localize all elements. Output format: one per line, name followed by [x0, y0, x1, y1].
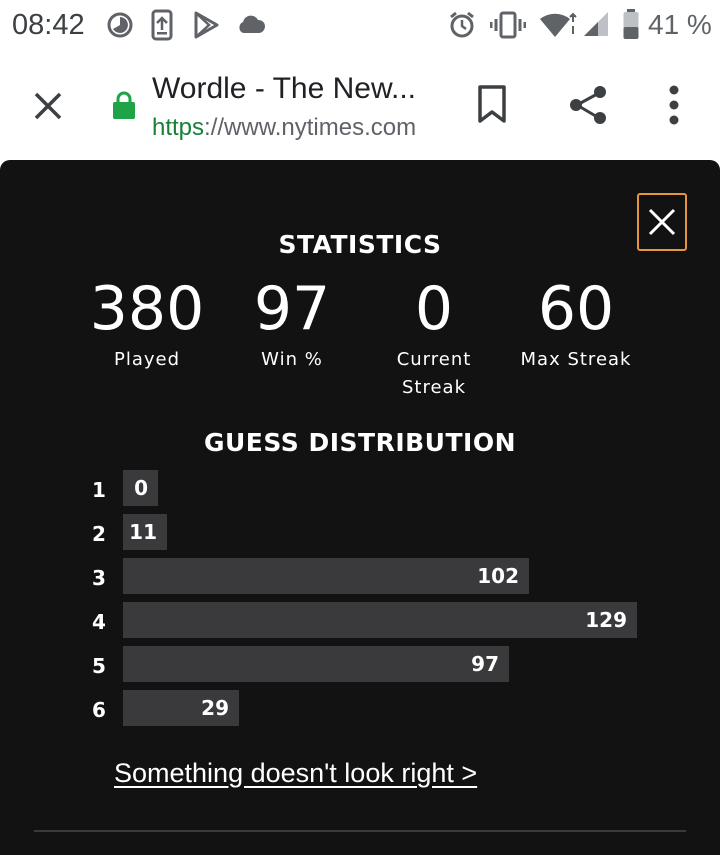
url-scheme: https	[152, 114, 205, 141]
play-store-icon	[194, 11, 219, 39]
distribution-row: 3 102	[92, 556, 652, 600]
distribution-guess-label: 2	[92, 522, 106, 546]
stat-max-streak: 60 Max Streak	[508, 272, 644, 374]
stat-value: 60	[537, 274, 615, 344]
stat-label: Current Streak	[396, 349, 472, 398]
stat-label: Max Streak	[520, 349, 632, 370]
stat-value: 380	[89, 274, 205, 344]
page-url: https://www.nytimes.com	[152, 114, 416, 142]
stat-value: 0	[414, 274, 454, 344]
distribution-bar: 97	[123, 646, 509, 682]
battery-percent: 41 %	[648, 9, 712, 40]
report-issue-link[interactable]: Something doesn't look right >	[114, 758, 477, 789]
distribution-guess-label: 5	[92, 654, 106, 678]
statistics-modal: STATISTICS 380 Played 97 Win % 0 Current…	[0, 160, 720, 855]
custom-tab-toolbar: Wordle - The New... https://www.nytimes.…	[0, 50, 720, 160]
url-host: ://www.nytimes.com	[204, 114, 417, 141]
statistics-heading: STATISTICS	[278, 230, 442, 259]
stats-row: 380 Played 97 Win % 0 Current Streak 60 …	[0, 272, 720, 402]
stat-played: 380 Played	[82, 272, 212, 374]
distribution-row: 6 29	[92, 688, 652, 732]
signal-icon	[584, 12, 608, 36]
guess-distribution-heading: GUESS DISTRIBUTION	[203, 428, 517, 457]
alarm-icon	[450, 11, 474, 38]
more-vert-icon[interactable]	[664, 84, 684, 126]
distribution-guess-label: 3	[92, 566, 106, 590]
cloud-icon	[239, 15, 266, 33]
distribution-bar: 102	[123, 558, 529, 594]
distribution-row: 5 97	[92, 644, 652, 688]
distribution-bar: 11	[123, 514, 167, 550]
stat-current-streak: 0 Current Streak	[374, 272, 494, 402]
bookmark-icon[interactable]	[476, 84, 508, 124]
distribution-guess-label: 6	[92, 698, 106, 722]
distribution-guess-label: 4	[92, 610, 106, 634]
distribution-row: 4 129	[92, 600, 652, 644]
status-time: 08:42	[12, 9, 85, 41]
data-saver-icon	[107, 12, 133, 38]
distribution-bar: 129	[123, 602, 637, 638]
distribution-bar: 29	[123, 690, 239, 726]
stat-win-percent: 97 Win %	[232, 272, 352, 374]
distribution-bar: 0	[123, 470, 158, 506]
guess-distribution-chart: 1 0 2 11 3 102 4 129 5 97 6 29	[92, 468, 652, 732]
status-bar: 08:42 41 %	[0, 0, 720, 50]
distribution-row: 10	[92, 468, 652, 512]
battery-icon	[623, 9, 639, 39]
close-icon[interactable]	[28, 86, 68, 126]
lock-icon	[113, 91, 135, 119]
wifi-icon	[540, 12, 577, 37]
vibrate-icon	[490, 11, 526, 39]
stat-value: 97	[253, 274, 331, 344]
divider	[34, 830, 686, 832]
share-icon[interactable]	[567, 84, 609, 126]
stat-label: Played	[113, 349, 181, 370]
distribution-guess-label: 1	[92, 478, 106, 502]
distribution-row: 2 11	[92, 512, 652, 556]
page-title: Wordle - The New...	[152, 72, 416, 105]
download-icon	[151, 9, 173, 41]
stat-label: Win %	[261, 349, 323, 370]
